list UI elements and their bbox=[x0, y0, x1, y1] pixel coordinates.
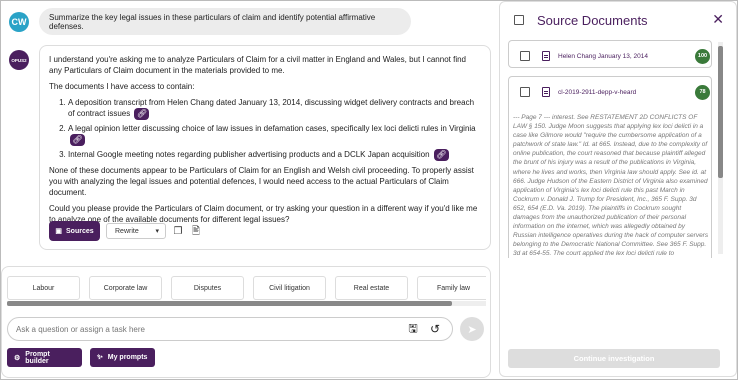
category-chip[interactable]: Corporate law bbox=[89, 276, 162, 300]
source-item[interactable]: cl-2019-2911-depp-v-heard 78 --- Page 7 … bbox=[508, 76, 712, 258]
source-checkbox[interactable] bbox=[520, 87, 530, 97]
my-prompts-label: My prompts bbox=[107, 354, 148, 361]
vertical-scrollbar[interactable] bbox=[718, 42, 723, 254]
source-name[interactable]: cl-2019-2911-depp-v-heard bbox=[558, 89, 695, 96]
source-item[interactable]: Helen Chang January 13, 2014 100 bbox=[508, 40, 712, 68]
gear-icon: ⚙ bbox=[14, 354, 21, 362]
relevance-score: 100 bbox=[695, 48, 710, 64]
document-description: Internal Google meeting notes regarding … bbox=[68, 150, 430, 160]
send-icon: ➤ bbox=[467, 323, 477, 336]
category-chips: Labour Corporate law Disputes Civil liti… bbox=[7, 276, 486, 302]
source-name[interactable]: Helen Chang January 13, 2014 bbox=[558, 53, 695, 60]
select-all-checkbox[interactable] bbox=[514, 15, 524, 25]
user-avatar: CW bbox=[9, 12, 29, 32]
category-chip[interactable]: Family law bbox=[417, 276, 486, 300]
category-chip[interactable]: Labour bbox=[7, 276, 80, 300]
document-list-item: A legal opinion letter discussing choice… bbox=[68, 123, 478, 146]
send-button[interactable]: ➤ bbox=[460, 317, 484, 341]
magic-wand-icon: ✨︎ bbox=[97, 353, 103, 361]
rewrite-dropdown[interactable]: Rewrite ▾ bbox=[106, 223, 166, 239]
sources-label: Sources bbox=[66, 227, 94, 235]
task-input[interactable] bbox=[16, 323, 396, 336]
sources-icon: ▣ bbox=[55, 227, 62, 235]
link-icon[interactable]: 🔗︎ bbox=[134, 108, 150, 120]
prompt-buttons: ⚙ Prompt builder ✨︎ My prompts bbox=[7, 348, 155, 367]
document-list-item: Internal Google meeting notes regarding … bbox=[68, 149, 478, 161]
source-row: cl-2019-2911-depp-v-heard 78 bbox=[520, 84, 710, 100]
panel-title: Source Documents bbox=[537, 12, 648, 28]
scrollbar-thumb[interactable] bbox=[718, 46, 723, 178]
category-chip[interactable]: Real estate bbox=[335, 276, 408, 300]
link-icon[interactable]: 🔗︎ bbox=[433, 149, 449, 161]
prompt-builder-label: Prompt builder bbox=[25, 350, 50, 365]
rewrite-label: Rewrite bbox=[115, 227, 139, 235]
response-paragraph: None of these documents appear to be Par… bbox=[49, 166, 474, 197]
composer: Labour Corporate law Disputes Civil liti… bbox=[1, 266, 491, 378]
export-word-icon[interactable]: 🖹︎ bbox=[190, 225, 202, 237]
reset-icon[interactable]: ↺ bbox=[428, 322, 442, 336]
chevron-down-icon: ▾ bbox=[155, 227, 159, 235]
source-list: Helen Chang January 13, 2014 100 cl-2019… bbox=[508, 36, 720, 258]
sources-button[interactable]: ▣ Sources bbox=[49, 221, 100, 241]
source-row: Helen Chang January 13, 2014 100 bbox=[520, 48, 710, 64]
chat-pane: CW Summarize the key legal issues in the… bbox=[1, 1, 497, 380]
horizontal-scrollbar[interactable] bbox=[7, 301, 486, 306]
assistant-avatar: OPUS2 bbox=[9, 50, 29, 70]
scrollbar-thumb[interactable] bbox=[7, 301, 452, 306]
source-excerpt: --- Page 7 --- interest. See RESTATEMENT… bbox=[513, 114, 709, 258]
close-icon[interactable]: ✕ bbox=[712, 11, 724, 28]
document-description: A legal opinion letter discussing choice… bbox=[68, 124, 476, 133]
response-paragraph: The documents I have access to contain: bbox=[49, 82, 195, 91]
relevance-score: 78 bbox=[695, 84, 710, 100]
copy-icon[interactable]: ❐ bbox=[172, 225, 184, 237]
document-list: A deposition transcript from Helen Chang… bbox=[68, 97, 490, 161]
document-icon bbox=[542, 87, 550, 97]
document-list-item: A deposition transcript from Helen Chang… bbox=[68, 97, 478, 120]
response-actions: ▣ Sources Rewrite ▾ ❐ 🖹︎ bbox=[49, 221, 202, 241]
task-input-box: 🖫︎ ↺ bbox=[7, 317, 453, 341]
save-icon[interactable]: 🖫︎ bbox=[406, 322, 420, 336]
user-message: Summarize the key legal issues in these … bbox=[39, 8, 411, 35]
prompt-builder-button[interactable]: ⚙ Prompt builder bbox=[7, 348, 82, 367]
source-documents-panel: Source Documents ✕ Helen Chang January 1… bbox=[499, 1, 737, 377]
panel-header: Source Documents ✕ bbox=[514, 11, 724, 28]
category-chip[interactable]: Civil litigation bbox=[253, 276, 326, 300]
category-chip[interactable]: Disputes bbox=[171, 276, 244, 300]
link-icon[interactable]: 🔗︎ bbox=[70, 134, 85, 146]
document-icon bbox=[542, 51, 550, 61]
source-checkbox[interactable] bbox=[520, 51, 530, 61]
assistant-response: I understand you're asking me to analyze… bbox=[39, 45, 491, 250]
my-prompts-button[interactable]: ✨︎ My prompts bbox=[90, 348, 155, 367]
response-paragraph: I understand you're asking me to analyze… bbox=[49, 55, 466, 75]
continue-investigation-button[interactable]: Continue investigation bbox=[508, 349, 720, 368]
document-description: A deposition transcript from Helen Chang… bbox=[68, 98, 475, 119]
